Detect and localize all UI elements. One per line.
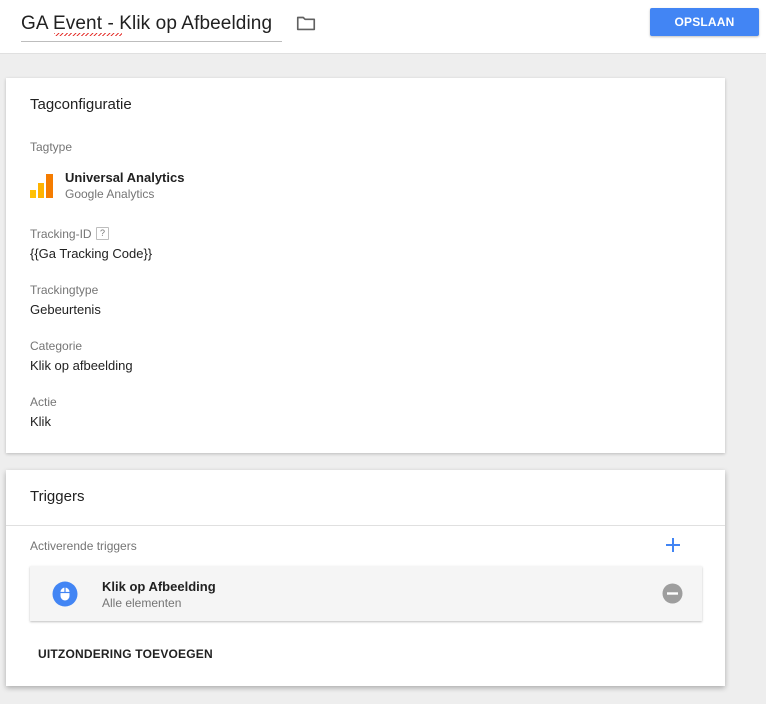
triggers-card[interactable]: Triggers Activerende triggers Klik op Af… <box>6 470 725 686</box>
mouse-icon <box>52 581 78 607</box>
help-icon[interactable]: ? <box>96 227 109 240</box>
remove-icon[interactable] <box>662 583 683 604</box>
actie-value: Klik <box>30 414 51 429</box>
folder-icon[interactable] <box>295 12 317 34</box>
actie-label: Actie <box>30 395 57 409</box>
trigger-filter: Alle elementen <box>102 596 182 610</box>
trackingtype-label: Trackingtype <box>30 283 99 297</box>
tagtype-provider: Google Analytics <box>65 187 155 201</box>
firing-triggers-label: Activerende triggers <box>30 539 137 553</box>
spellcheck-underline <box>54 33 122 36</box>
divider <box>6 525 725 526</box>
google-analytics-icon <box>30 174 53 198</box>
trigger-item[interactable]: Klik op Afbeelding Alle elementen <box>30 566 702 621</box>
card-title: Tagconfiguratie <box>30 96 132 113</box>
trigger-name: Klik op Afbeelding <box>102 579 216 594</box>
add-exception-button[interactable]: UITZONDERING TOEVOEGEN <box>30 640 221 668</box>
tagtype-name: Universal Analytics <box>65 170 185 185</box>
card-title: Triggers <box>30 488 85 505</box>
tag-configuration-card[interactable]: Tagconfiguratie Tagtype Universal Analyt… <box>6 78 725 453</box>
tracking-id-value: {{Ga Tracking Code}} <box>30 246 153 261</box>
save-button[interactable]: OPSLAAN <box>650 8 759 36</box>
tag-name-field[interactable]: GA Event - Klik op Afbeelding <box>21 8 282 42</box>
top-bar: GA Event - Klik op Afbeelding OPSLAAN <box>0 0 766 54</box>
tag-name[interactable]: GA Event - Klik op Afbeelding <box>21 13 272 35</box>
tracking-id-label: Tracking-ID <box>30 227 92 241</box>
trackingtype-value: Gebeurtenis <box>30 302 101 317</box>
tagtype-label: Tagtype <box>30 140 73 154</box>
categorie-label: Categorie <box>30 339 83 353</box>
categorie-value: Klik op afbeelding <box>30 358 133 373</box>
add-icon[interactable] <box>665 537 681 553</box>
